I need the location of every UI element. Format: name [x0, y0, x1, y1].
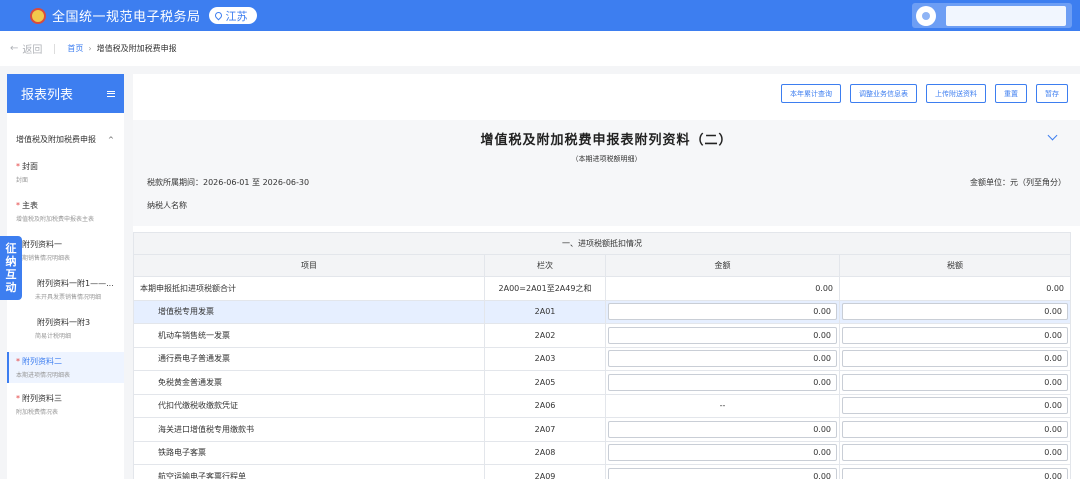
table-row: 通行费电子普通发票 2A03 0.00 0.00 [133, 346, 1071, 371]
main-panel: 本年累计查询 调整业务信息表 上传附送资料 重置 暂存 增值税及附加税费申报表附… [133, 74, 1080, 479]
sidebar-item-schedule-1-annex-1[interactable]: 附列资料一附1——... 未开具发票销售情况明细 [7, 276, 124, 303]
sidebar-item-schedule-3[interactable]: * 附列资料三 附加税费情况表 [7, 391, 124, 418]
amount-input[interactable]: 0.00 [608, 326, 837, 344]
sidebar-item-schedule-2[interactable]: * 附列资料二 本期进项情况明细表 [7, 352, 124, 383]
adjust-business-info-button[interactable]: 调整业务信息表 [850, 84, 917, 103]
top-header: 全国统一规范电子税务局 江苏 [0, 0, 1080, 31]
amount-disabled: -- [605, 393, 840, 418]
table-row: 免税黄金普通发票 2A05 0.00 0.00 [133, 370, 1071, 395]
chevron-up-icon: ^ [108, 135, 114, 144]
tax-input[interactable]: 0.00 [842, 326, 1068, 344]
breadcrumb-current: 增值税及附加税费申报 [96, 44, 177, 53]
amount-input[interactable]: 0.00 [608, 444, 837, 462]
sidebar-title: 报表列表 [21, 88, 74, 103]
location-pin-icon [213, 10, 223, 21]
table-section-row: 一、进项税额抵扣情况 [133, 232, 1071, 255]
col-header-item: 项目 [133, 254, 485, 277]
table-row: 机动车销售统一发票 2A02 0.00 0.00 [133, 323, 1071, 348]
back-arrow-icon: ← [10, 43, 19, 54]
upload-attachments-button[interactable]: 上传附送资料 [926, 84, 986, 103]
table-row-total: 本期申报抵扣进项税额合计 2A00=2A01至2A49之和 0.00 0.00 [133, 276, 1071, 301]
col-header-code: 栏次 [484, 254, 606, 277]
divider [54, 43, 56, 54]
annual-cumulative-query-button[interactable]: 本年累计查询 [781, 84, 841, 103]
tax-input[interactable]: 0.00 [842, 397, 1068, 415]
section-title: 一、进项税额抵扣情况 [133, 232, 1071, 255]
form-title: 增值税及附加税费申报表附列资料（二） [480, 133, 733, 148]
table-row: 增值税专用发票 2A01 0.00 0.00 [133, 299, 1071, 324]
region-selector[interactable]: 江苏 [208, 7, 257, 24]
sidebar-header: 报表列表 [7, 74, 124, 113]
table-row: 海关进口增值税专用缴款书 2A07 0.00 0.00 [133, 417, 1071, 442]
region-label: 江苏 [225, 9, 248, 23]
tax-input[interactable]: 0.00 [842, 467, 1068, 479]
user-avatar-icon [916, 5, 936, 26]
reset-button[interactable]: 重置 [995, 84, 1027, 103]
tax-input[interactable]: 0.00 [842, 350, 1068, 368]
amount-input[interactable]: 0.00 [608, 467, 837, 479]
amount-input[interactable]: 0.00 [608, 303, 837, 321]
tax-input[interactable]: 0.00 [842, 420, 1068, 438]
sidebar-item-main-table[interactable]: * 主表 增值税及附加税费申报表主表 [7, 198, 124, 225]
taxpayer-name-label: 纳税人名称 [147, 201, 187, 210]
menu-icon[interactable] [107, 90, 115, 97]
sidebar-item-cover[interactable]: * 封面 封面 [7, 159, 124, 186]
breadcrumb-home-link[interactable]: 首页 [67, 43, 83, 54]
site-title: 全国统一规范电子税务局 [52, 10, 201, 25]
tax-period: 税款所属期间：2026-06-01 至 2026-06-30 [147, 178, 310, 187]
amount-input[interactable]: 0.00 [608, 420, 837, 438]
form-subtitle: （本期进项税额明细） [571, 155, 642, 163]
table-row: 代扣代缴税收缴款凭证 2A06 -- 0.00 [133, 393, 1071, 418]
user-name-redacted [946, 5, 1066, 26]
tax-emblem-icon [30, 7, 46, 24]
back-button[interactable]: ← 返回 [10, 41, 42, 56]
breadcrumb-separator: › [88, 44, 92, 53]
col-header-amount: 金额 [605, 254, 840, 277]
save-draft-button[interactable]: 暂存 [1036, 84, 1068, 103]
amount-unit: 金额单位：元（列至角分） [970, 178, 1066, 187]
tax-input[interactable]: 0.00 [842, 303, 1068, 321]
table-row: 航空运输电子客票行程单 2A09 0.00 0.00 [133, 464, 1071, 479]
table-header-row: 项目 栏次 金额 税额 [133, 254, 1071, 277]
toolbar: 本年累计查询 调整业务信息表 上传附送资料 重置 暂存 [772, 84, 1068, 103]
interaction-float-tab[interactable]: 征 纳 互 动 [0, 236, 22, 300]
form-header: 增值税及附加税费申报表附列资料（二） （本期进项税额明细） 税款所属期间：202… [133, 120, 1080, 226]
tax-input[interactable]: 0.00 [842, 373, 1068, 391]
input-tax-table: 一、进项税额抵扣情况 项目 栏次 金额 税额 本期申报抵扣进项税额合计 2A00… [133, 232, 1071, 479]
col-header-tax: 税额 [839, 254, 1071, 277]
amount-input[interactable]: 0.00 [608, 373, 837, 391]
table-row: 铁路电子客票 2A08 0.00 0.00 [133, 440, 1071, 465]
sidebar-item-schedule-1-annex-3[interactable]: 附列资料一附3 简易计税明细 [7, 315, 124, 342]
user-menu[interactable] [912, 3, 1072, 28]
amount-input[interactable]: 0.00 [608, 350, 837, 368]
tax-input[interactable]: 0.00 [842, 444, 1068, 462]
sidebar-group-vat[interactable]: 增值税及附加税费申报 ^ [7, 134, 124, 145]
sidebar-item-schedule-1[interactable]: *附列资料一 本期销售情况明细表 [7, 237, 124, 264]
report-list-sidebar: 报表列表 增值税及附加税费申报 ^ * 封面 封面 * 主表 增值税及附加税费申报表… [7, 74, 124, 479]
breadcrumb: ← 返回 首页 › 增值税及附加税费申报 [0, 31, 1080, 66]
